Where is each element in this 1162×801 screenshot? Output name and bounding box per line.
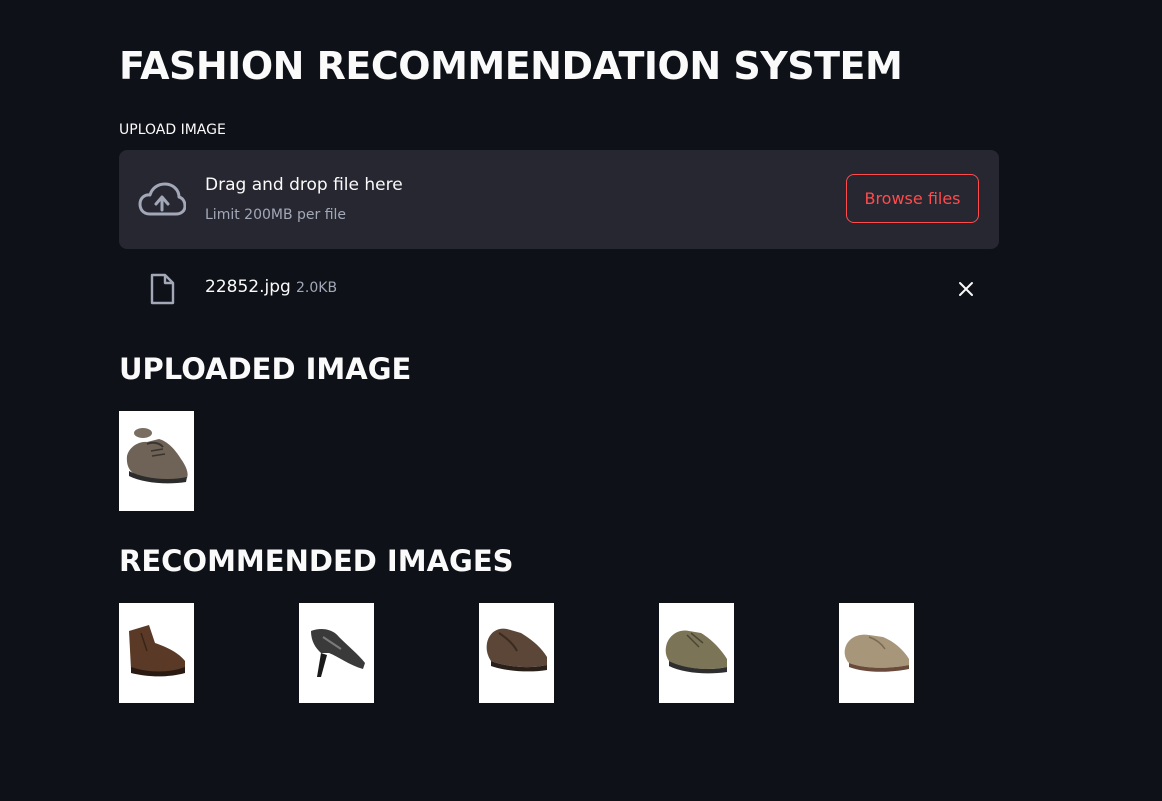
dropzone-limit: Limit 200MB per file [205,207,347,223]
file-dropzone[interactable]: Drag and drop file here Limit 200MB per … [119,150,999,249]
file-size: 2.0KB [296,280,338,296]
file-name: 22852.jpg [205,277,291,297]
recommended-images-heading: RECOMMENDED IMAGES [119,544,514,578]
recommended-image-3 [479,603,554,703]
recommended-image-1 [119,603,194,703]
uploaded-image [119,411,194,511]
page-title: FASHION RECOMMENDATION SYSTEM [119,44,903,88]
upload-label: UPLOAD IMAGE [119,122,226,138]
cloud-upload-icon [138,182,186,216]
uploaded-file-row: 22852.jpg 2.0KB [119,266,999,312]
app-page: FASHION RECOMMENDATION SYSTEM UPLOAD IMA… [0,0,1162,801]
file-icon [150,273,175,305]
recommended-image-4 [659,603,734,703]
recommended-image-5 [839,603,914,703]
dropzone-instructions: Drag and drop file here [205,175,403,195]
recommended-image-2 [299,603,374,703]
uploaded-image-heading: UPLOADED IMAGE [119,352,412,386]
close-icon[interactable] [955,278,977,300]
browse-files-button[interactable]: Browse files [846,174,979,223]
